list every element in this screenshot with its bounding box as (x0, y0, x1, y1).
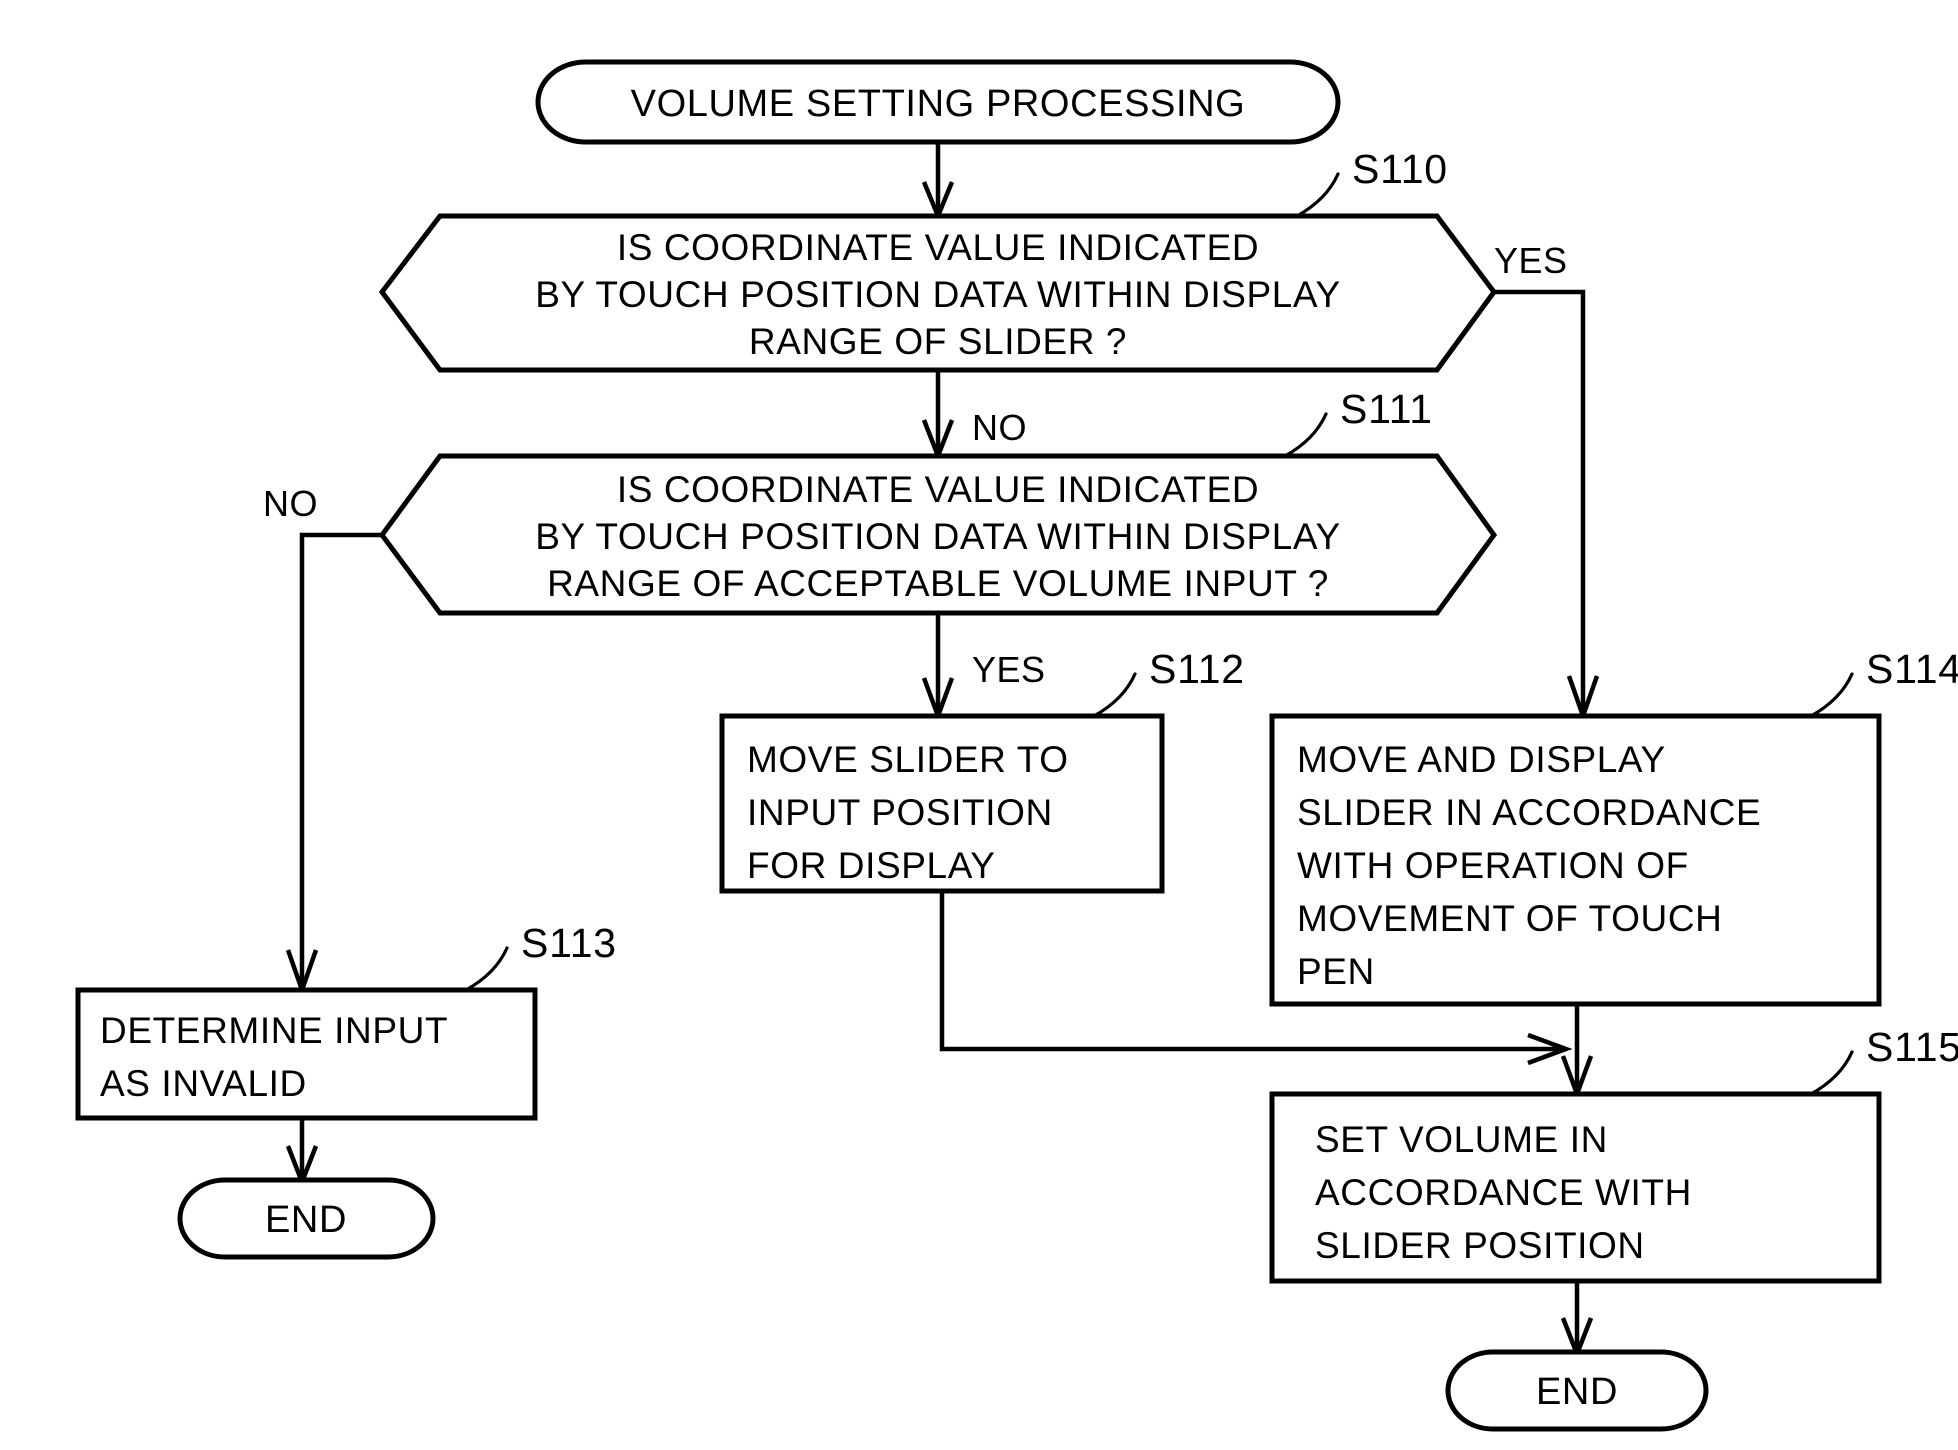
connector-s111-no: NO (263, 483, 382, 997)
process-s114-line-1: MOVE AND DISPLAY (1297, 739, 1666, 780)
decision-s111-line-2: BY TOUCH POSITION DATA WITHIN DISPLAY (535, 516, 1341, 557)
end-terminal-right-label: END (1536, 1371, 1618, 1413)
label-s110-no: NO (972, 407, 1027, 448)
decision-s111-line-1: IS COORDINATE VALUE INDICATED (617, 469, 1259, 510)
start-terminal: VOLUME SETTING PROCESSING (535, 59, 1341, 145)
label-s110-yes: YES (1494, 240, 1568, 281)
end-terminal-left: END (177, 1177, 436, 1260)
step-tag-s111: S111 (1283, 386, 1433, 458)
decision-s111-line-3: RANGE OF ACCEPTABLE VOLUME INPUT ? (547, 563, 1329, 604)
step-tag-s110: S110 (1295, 146, 1448, 218)
step-tag-s115: S115 (1809, 1024, 1958, 1096)
step-tag-s112: S112 (1092, 646, 1245, 718)
step-tag-s114-label: S114 (1866, 646, 1958, 692)
step-tag-s113: S113 (464, 920, 617, 992)
flowchart-canvas: VOLUME SETTING PROCESSING IS COORDINATE … (0, 0, 1958, 1450)
label-s111-no: NO (263, 483, 318, 524)
process-s112: MOVE SLIDER TO INPUT POSITION FOR DISPLA… (719, 713, 1165, 894)
decision-s110-line-3: RANGE OF SLIDER ? (749, 321, 1127, 362)
connector-start-to-s110 (921, 142, 955, 222)
start-terminal-label: VOLUME SETTING PROCESSING (631, 83, 1246, 125)
process-s114: MOVE AND DISPLAY SLIDER IN ACCORDANCE WI… (1269, 713, 1882, 1007)
connector-s110-no: NO (921, 370, 1027, 463)
process-s115-line-3: SLIDER POSITION (1315, 1225, 1645, 1266)
process-s113: DETERMINE INPUT AS INVALID (75, 987, 538, 1121)
step-tag-s115-label: S115 (1866, 1024, 1958, 1070)
step-tag-s112-label: S112 (1149, 646, 1245, 692)
flowchart-svg: VOLUME SETTING PROCESSING IS COORDINATE … (75, 59, 1958, 1432)
connector-s111-yes: YES (921, 613, 1046, 723)
step-tag-s110-label: S110 (1352, 146, 1448, 192)
process-s112-line-1: MOVE SLIDER TO (747, 739, 1069, 780)
process-s115: SET VOLUME IN ACCORDANCE WITH SLIDER POS… (1269, 1091, 1882, 1284)
step-tag-s114: S114 (1809, 646, 1958, 718)
process-s115-line-1: SET VOLUME IN (1315, 1119, 1608, 1160)
label-s111-yes: YES (972, 649, 1046, 690)
decision-s110: IS COORDINATE VALUE INDICATED BY TOUCH P… (378, 213, 1498, 373)
connector-s110-yes: YES (1494, 240, 1600, 723)
decision-s110-line-2: BY TOUCH POSITION DATA WITHIN DISPLAY (535, 274, 1341, 315)
step-tag-s111-label: S111 (1340, 386, 1433, 432)
connector-s115-to-end (1560, 1281, 1594, 1361)
process-s113-line-1: DETERMINE INPUT (100, 1010, 448, 1051)
process-s114-line-3: WITH OPERATION OF (1297, 845, 1689, 886)
end-terminal-right: END (1445, 1349, 1709, 1432)
process-s114-line-4: MOVEMENT OF TOUCH (1297, 898, 1722, 939)
process-s112-line-2: INPUT POSITION (747, 792, 1053, 833)
decision-s110-line-1: IS COORDINATE VALUE INDICATED (617, 227, 1259, 268)
process-s113-line-2: AS INVALID (100, 1063, 307, 1104)
process-s115-line-2: ACCORDANCE WITH (1315, 1172, 1692, 1213)
process-s114-line-2: SLIDER IN ACCORDANCE (1297, 792, 1761, 833)
connector-s113-to-end (285, 1118, 319, 1189)
decision-s111: IS COORDINATE VALUE INDICATED BY TOUCH P… (378, 453, 1498, 616)
step-tag-s113-label: S113 (521, 920, 617, 966)
end-terminal-left-label: END (265, 1199, 347, 1241)
process-s114-line-5: PEN (1297, 951, 1375, 992)
process-s112-line-3: FOR DISPLAY (747, 845, 996, 886)
